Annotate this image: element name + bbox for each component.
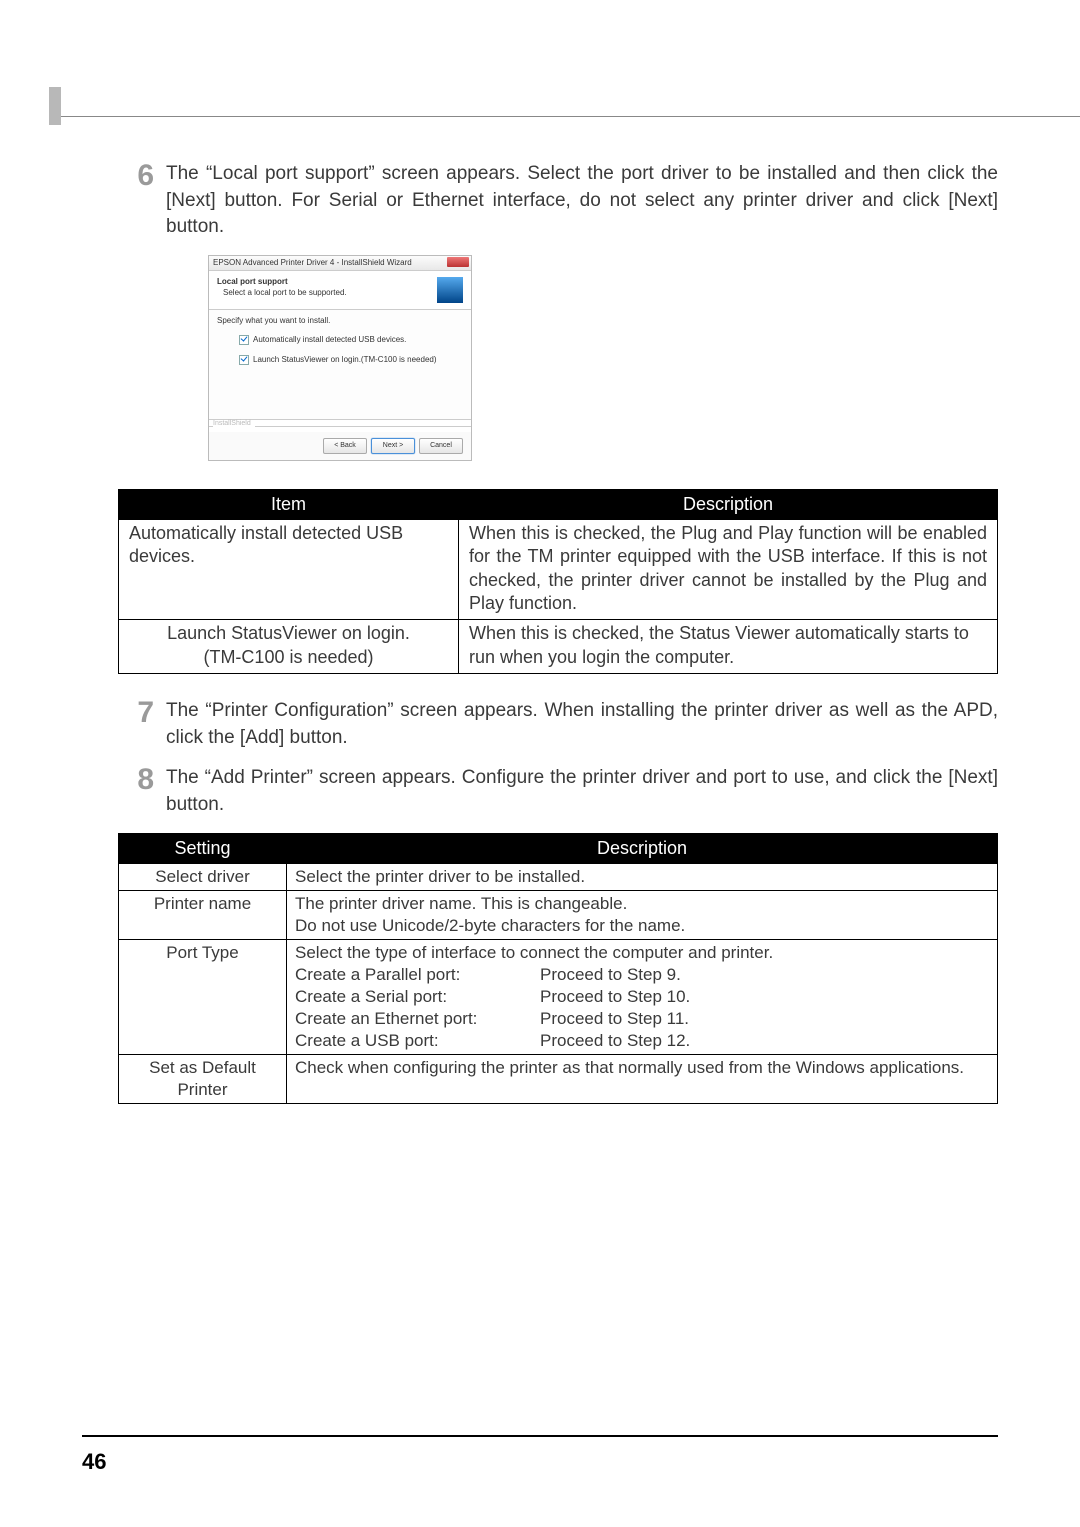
table-row: Launch StatusViewer on login. (TM-C100 i… xyxy=(119,620,998,674)
step-text: The “Printer Configuration” screen appea… xyxy=(166,698,998,751)
port-right: Proceed to Step 12. xyxy=(540,1030,989,1052)
step-number: 6 xyxy=(118,161,154,241)
cell-item: Launch StatusViewer on login. (TM-C100 i… xyxy=(119,620,459,674)
port-right: Proceed to Step 10. xyxy=(540,986,989,1008)
dialog-titlebar: EPSON Advanced Printer Driver 4 - Instal… xyxy=(209,256,471,271)
dialog-brand: InstallShield xyxy=(209,420,471,432)
cell-item-line1: Launch StatusViewer on login. xyxy=(129,622,448,645)
th-desc: Description xyxy=(287,833,998,863)
step-text: The “Add Printer” screen appears. Config… xyxy=(166,765,998,818)
section-tab xyxy=(49,87,61,125)
next-button[interactable]: Next > xyxy=(371,438,415,454)
back-button[interactable]: < Back xyxy=(323,438,367,454)
dialog-brand-text: InstallShield xyxy=(213,420,255,427)
checkbox-row-usb: Automatically install detected USB devic… xyxy=(239,335,463,345)
cell-desc: Select the printer driver to be installe… xyxy=(287,863,998,890)
step-8: 8 The “Add Printer” screen appears. Conf… xyxy=(118,765,998,818)
cell-item-line2: (TM-C100 is needed) xyxy=(129,646,448,669)
port-left: Create a USB port: xyxy=(295,1030,540,1052)
dialog-banner-image xyxy=(437,277,463,303)
dialog-button-row: < Back Next > Cancel xyxy=(209,432,471,460)
dialog-specify-text: Specify what you want to install. xyxy=(217,316,463,325)
cell-setting: Set as Default Printer xyxy=(119,1055,287,1104)
top-rule xyxy=(61,116,1080,117)
cell-desc: The printer driver name. This is changea… xyxy=(287,890,998,939)
checkbox-label: Launch StatusViewer on login.(TM-C100 is… xyxy=(253,355,437,364)
cell-desc: When this is checked, the Plug and Play … xyxy=(459,519,998,620)
port-left: Create an Ethernet port: xyxy=(295,1008,540,1030)
dialog-title: EPSON Advanced Printer Driver 4 - Instal… xyxy=(213,258,412,267)
dialog-banner: Local port support Select a local port t… xyxy=(209,271,471,310)
bottom-rule xyxy=(82,1435,998,1437)
close-icon[interactable] xyxy=(447,257,469,267)
cell-desc: Check when configuring the printer as th… xyxy=(287,1055,998,1104)
cell-desc: When this is checked, the Status Viewer … xyxy=(459,620,998,674)
table-row: Automatically install detected USB devic… xyxy=(119,519,998,620)
step-6: 6 The “Local port support” screen appear… xyxy=(118,161,998,241)
port-left: Create a Serial port: xyxy=(295,986,540,1008)
dialog-figure: EPSON Advanced Printer Driver 4 - Instal… xyxy=(208,255,998,461)
step-number: 8 xyxy=(118,765,154,818)
local-port-table: Item Description Automatically install d… xyxy=(118,489,998,674)
cancel-button[interactable]: Cancel xyxy=(419,438,463,454)
table-row: Printer name The printer driver name. Th… xyxy=(119,890,998,939)
cell-item: Automatically install detected USB devic… xyxy=(119,519,459,620)
dialog-banner-title: Local port support xyxy=(217,277,431,286)
port-intro: Select the type of interface to connect … xyxy=(295,942,989,964)
table-row: Port Type Select the type of interface t… xyxy=(119,939,998,1054)
port-left: Create a Parallel port: xyxy=(295,964,540,986)
checkbox-label: Automatically install detected USB devic… xyxy=(253,335,406,344)
content-area: 6 The “Local port support” screen appear… xyxy=(118,161,998,1104)
dialog-banner-sub: Select a local port to be supported. xyxy=(223,288,431,297)
step-number: 7 xyxy=(118,698,154,751)
th-item: Item xyxy=(119,489,459,519)
cell-desc: Select the type of interface to connect … xyxy=(287,939,998,1054)
cell-setting: Select driver xyxy=(119,863,287,890)
step-text: The “Local port support” screen appears.… xyxy=(166,161,998,241)
install-dialog: EPSON Advanced Printer Driver 4 - Instal… xyxy=(208,255,472,461)
th-setting: Setting xyxy=(119,833,287,863)
cell-setting: Printer name xyxy=(119,890,287,939)
page-number: 46 xyxy=(82,1449,106,1475)
port-right: Proceed to Step 9. xyxy=(540,964,989,986)
cell-setting: Port Type xyxy=(119,939,287,1054)
th-desc: Description xyxy=(459,489,998,519)
table-row: Select driver Select the printer driver … xyxy=(119,863,998,890)
dialog-body: Specify what you want to install. Automa… xyxy=(209,310,471,420)
step-7: 7 The “Printer Configuration” screen app… xyxy=(118,698,998,751)
checkbox-icon[interactable] xyxy=(239,355,249,365)
checkbox-icon[interactable] xyxy=(239,335,249,345)
add-printer-table: Setting Description Select driver Select… xyxy=(118,833,998,1105)
table-row: Set as Default Printer Check when config… xyxy=(119,1055,998,1104)
port-right: Proceed to Step 11. xyxy=(540,1008,989,1030)
checkbox-row-statusviewer: Launch StatusViewer on login.(TM-C100 is… xyxy=(239,355,463,365)
